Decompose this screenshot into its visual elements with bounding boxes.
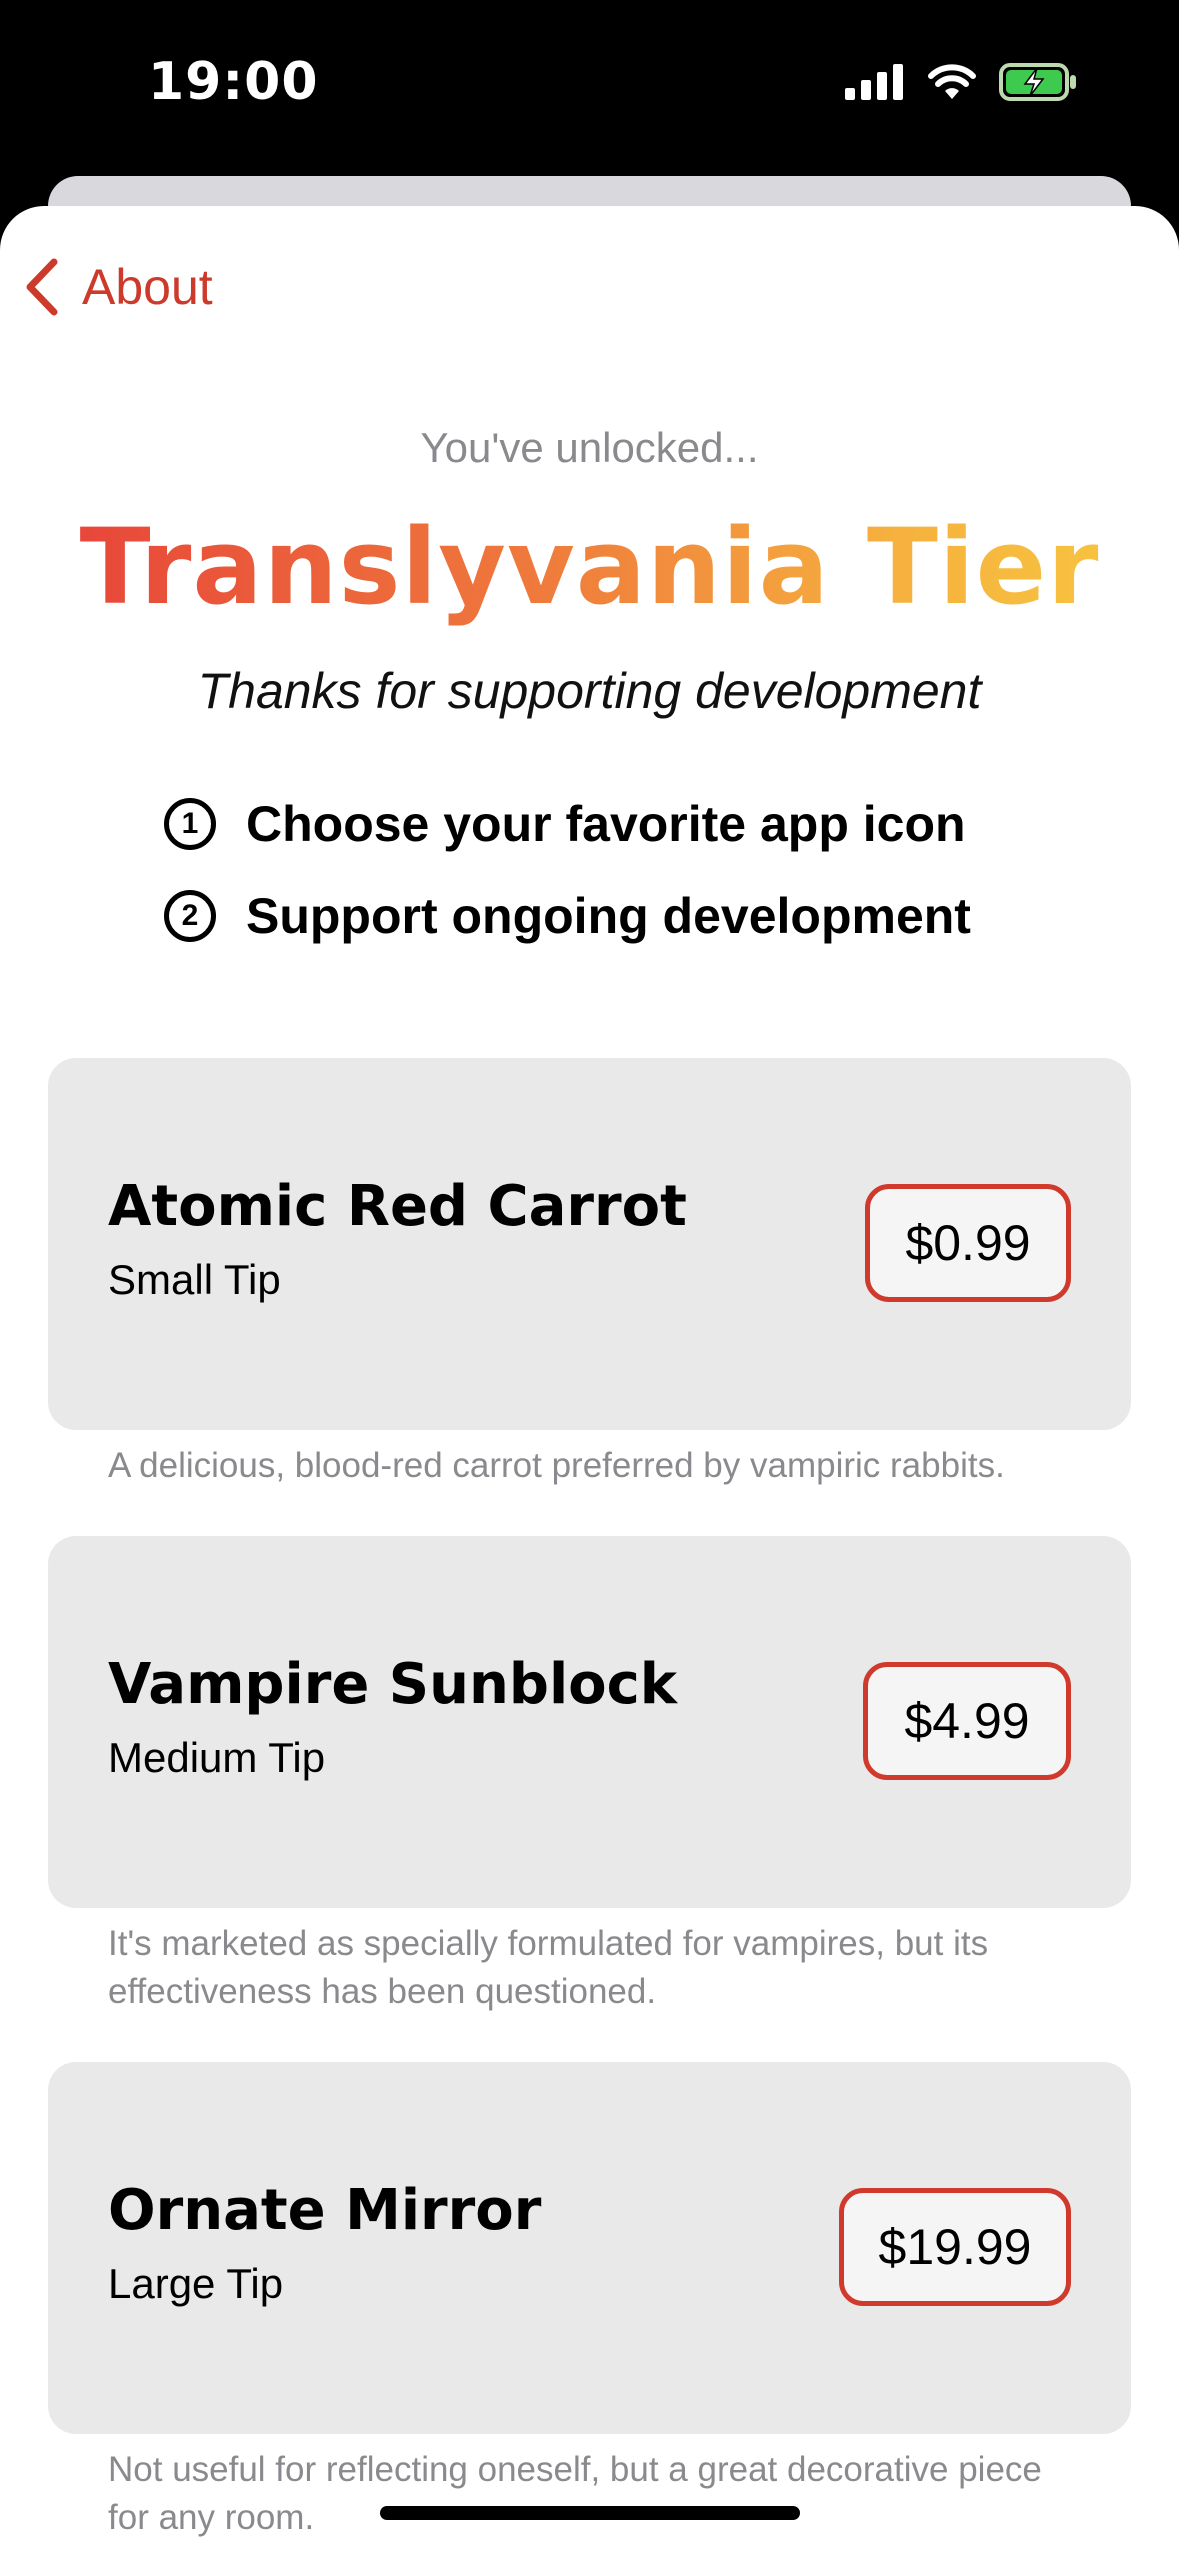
benefit-item: 1 Choose your favorite app icon bbox=[164, 778, 971, 870]
tip-card-medium[interactable]: Vampire Sunblock Medium Tip $4.99 bbox=[48, 1536, 1131, 1908]
cellular-signal-icon bbox=[845, 64, 903, 100]
chevron-left-icon bbox=[26, 258, 58, 316]
benefits-list: 1 Choose your favorite app icon 2 Suppor… bbox=[164, 778, 971, 962]
tip-subtitle: Large Tip bbox=[108, 2260, 284, 2307]
benefit-item: 2 Support ongoing development bbox=[164, 870, 971, 962]
tip-title: Ornate Mirror bbox=[108, 2178, 542, 2243]
home-indicator[interactable] bbox=[380, 2506, 800, 2520]
unlocked-caption: You've unlocked... bbox=[420, 424, 759, 471]
tier-title: Translyvania Tier bbox=[0, 506, 1179, 628]
battery-charging-icon bbox=[999, 63, 1076, 101]
tip-description: A delicious, blood-red carrot preferred … bbox=[108, 1446, 1005, 1485]
wifi-icon bbox=[928, 64, 976, 99]
benefit-text: Choose your favorite app icon bbox=[246, 796, 966, 852]
status-icons bbox=[845, 62, 1079, 102]
tip-title: Atomic Red Carrot bbox=[108, 1174, 687, 1239]
tip-title: Vampire Sunblock bbox=[108, 1652, 678, 1717]
tip-card-large[interactable]: Ornate Mirror Large Tip $19.99 bbox=[48, 2062, 1131, 2434]
tip-description: It's marketed as specially formulated fo… bbox=[108, 1924, 989, 2011]
tip-description: Not useful for reflecting oneself, but a… bbox=[108, 2450, 1042, 2537]
price-button[interactable]: $0.99 bbox=[865, 1184, 1071, 1302]
tip-card-small[interactable]: Atomic Red Carrot Small Tip $0.99 bbox=[48, 1058, 1131, 1430]
back-button[interactable]: About bbox=[24, 258, 213, 316]
tip-subtitle: Small Tip bbox=[108, 1256, 281, 1303]
number-one-icon: 1 bbox=[164, 798, 216, 850]
price-button[interactable]: $4.99 bbox=[863, 1662, 1071, 1780]
back-button-label: About bbox=[82, 259, 213, 315]
status-bar: 19:00 bbox=[0, 0, 1179, 180]
tip-subtitle: Medium Tip bbox=[108, 1734, 326, 1781]
price-button[interactable]: $19.99 bbox=[839, 2188, 1071, 2306]
tip-jar-sheet: About You've unlocked... Translyvania Ti… bbox=[0, 206, 1179, 2556]
benefit-text: Support ongoing development bbox=[246, 888, 971, 944]
tier-title-text: Translyvania Tier bbox=[79, 506, 1100, 628]
thanks-subtitle: Thanks for supporting development bbox=[197, 663, 982, 719]
number-two-icon: 2 bbox=[164, 890, 216, 942]
status-time: 19:00 bbox=[148, 52, 319, 112]
